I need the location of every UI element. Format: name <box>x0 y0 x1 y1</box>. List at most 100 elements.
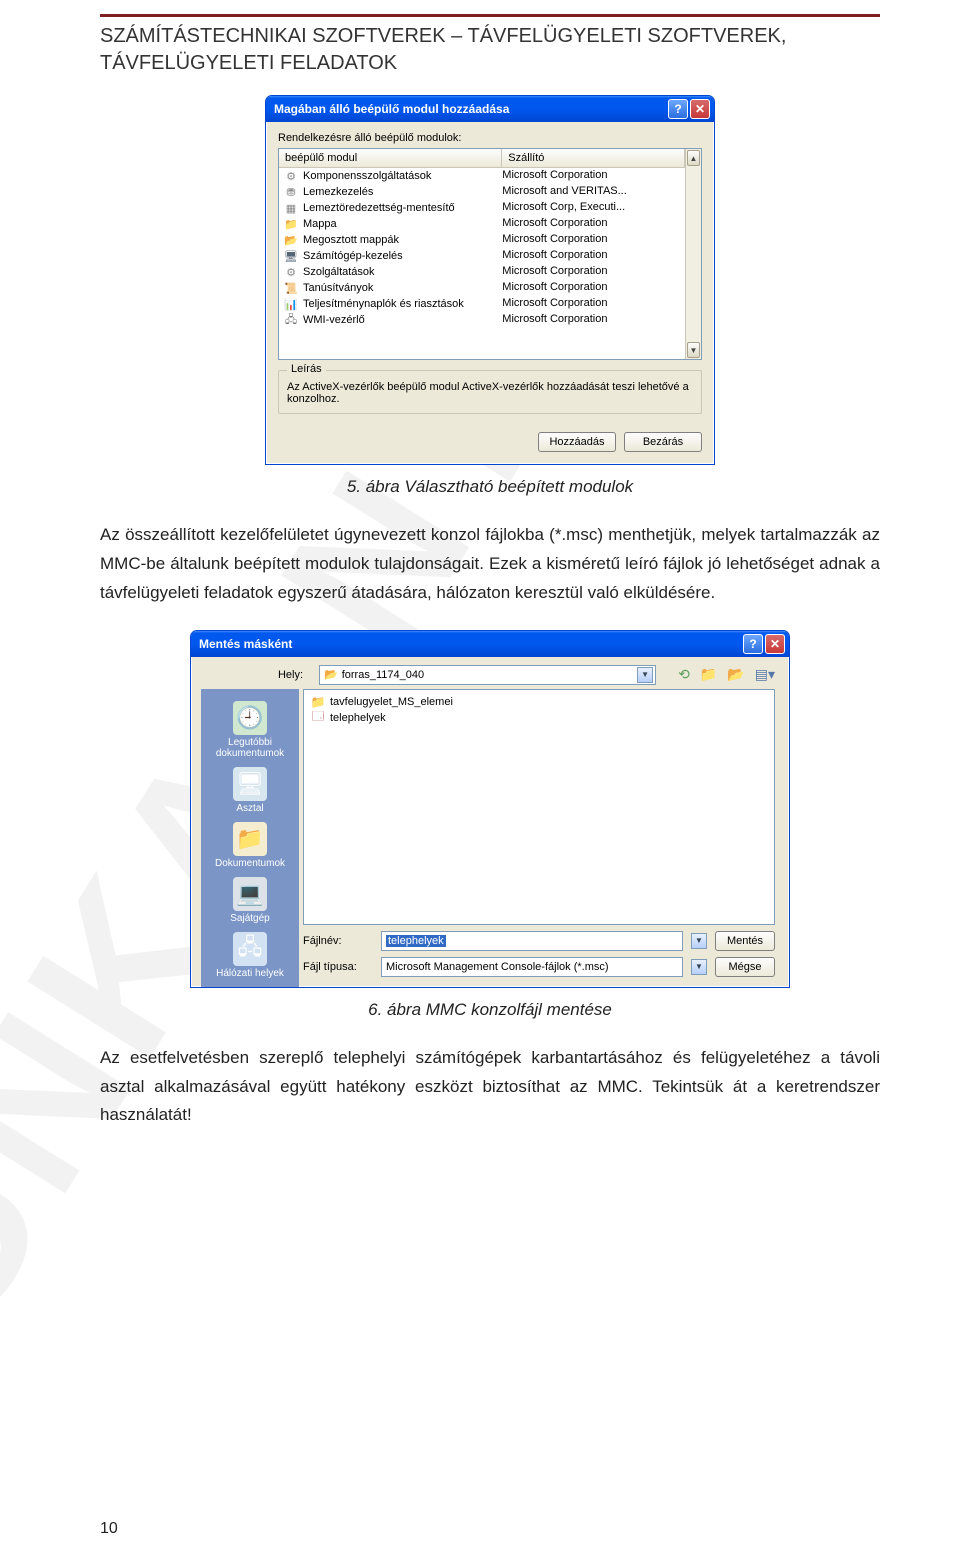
module-name: Teljesítménynaplók és riasztások <box>303 298 464 310</box>
documents-icon: 📁 <box>233 822 267 856</box>
place-label: Hálózati helyek <box>216 968 284 979</box>
close-button[interactable]: ✕ <box>765 634 785 654</box>
module-vendor: Microsoft Corporation <box>502 281 685 295</box>
places-bar: 🕘 Legutóbbi dokumentumok 🖥 Asztal 📁 Doku… <box>201 689 299 987</box>
module-vendor: Microsoft Corporation <box>502 217 685 231</box>
scroll-down-button[interactable]: ▼ <box>687 342 700 358</box>
save-button[interactable]: Mentés <box>715 931 775 951</box>
chevron-down-icon[interactable]: ▼ <box>637 667 653 683</box>
location-combo[interactable]: 📂 forras_1174_040 ▼ <box>319 665 656 685</box>
filename-label: Fájlnév: <box>303 935 373 947</box>
table-row[interactable]: ⚙ Komponensszolgáltatások Microsoft Corpo… <box>279 168 685 184</box>
recent-icon: 🕘 <box>233 701 267 735</box>
module-vendor: Microsoft Corporation <box>502 297 685 311</box>
shared-folder-icon: 📂 <box>283 233 299 247</box>
table-row[interactable]: 📂 Megosztott mappák Microsoft Corporation <box>279 232 685 248</box>
certificate-icon: 📜 <box>283 281 299 295</box>
filetype-combo[interactable]: Microsoft Management Console-fájlok (*.m… <box>381 957 683 977</box>
module-name: Tanúsítványok <box>303 282 373 294</box>
add-button[interactable]: Hozzáadás <box>538 432 616 452</box>
table-row[interactable]: ▦Lemeztöredezettség-mentesítő Microsoft … <box>279 200 685 216</box>
folder-icon: 📁 <box>283 217 299 231</box>
module-vendor: Microsoft Corporation <box>502 233 685 247</box>
list-item[interactable]: 📁 tavfelugyelet_MS_elemei <box>308 694 770 710</box>
place-recent[interactable]: 🕘 Legutóbbi dokumentumok <box>201 697 299 759</box>
module-name: Komponensszolgáltatások <box>303 170 431 182</box>
msc-icon: 🗔 <box>310 711 326 725</box>
dialog1-title: Magában álló beépülő modul hozzáadása <box>274 102 509 116</box>
module-vendor: Microsoft Corporation <box>502 169 685 183</box>
table-row[interactable]: ⛃ Lemezkezelés Microsoft and VERITAS... <box>279 184 685 200</box>
module-name: Számítógép-kezelés <box>303 250 403 262</box>
table-row[interactable]: 🖥 Számítógép-kezelés Microsoft Corporatio… <box>279 248 685 264</box>
file-name: telephelyek <box>330 712 386 724</box>
col-module[interactable]: beépülő modul <box>279 149 502 167</box>
description-text: Az ActiveX-vezérlők beépülő modul Active… <box>287 381 689 405</box>
place-desktop[interactable]: 🖥 Asztal <box>233 763 267 814</box>
computer-icon: 💻 <box>233 877 267 911</box>
module-list-header[interactable]: beépülő modul Szállító <box>279 149 685 168</box>
module-name: Lemezkezelés <box>303 186 373 198</box>
module-vendor: Microsoft Corporation <box>502 313 685 327</box>
perflog-icon: 📊 <box>283 297 299 311</box>
back-icon[interactable]: ⟲ <box>678 666 690 683</box>
close-dialog-button[interactable]: Bezárás <box>624 432 702 452</box>
defrag-icon: ▦ <box>283 201 299 215</box>
place-label: Legutóbbi dokumentumok <box>216 737 284 759</box>
folder-icon: 📂 <box>324 668 338 681</box>
help-button[interactable]: ? <box>743 634 763 654</box>
module-vendor: Microsoft and VERITAS... <box>502 185 685 199</box>
module-list[interactable]: beépülő modul Szállító ⚙ Komponensszolgál… <box>278 148 702 360</box>
services-icon: ⚙ <box>283 265 299 279</box>
add-snapin-dialog: Magában álló beépülő modul hozzáadása ? … <box>265 95 715 465</box>
table-row[interactable]: ⚙ Szolgáltatások Microsoft Corporation <box>279 264 685 280</box>
chevron-down-icon[interactable]: ▼ <box>691 933 707 949</box>
close-button[interactable]: ✕ <box>690 99 710 119</box>
scrollbar[interactable]: ▲ ▼ <box>685 149 701 359</box>
place-documents[interactable]: 📁 Dokumentumok <box>215 818 285 869</box>
table-row[interactable]: 📊 Teljesítménynaplók és riasztások Micros… <box>279 296 685 312</box>
dialog2-title: Mentés másként <box>199 637 292 651</box>
filetype-value: Microsoft Management Console-fájlok (*.m… <box>386 961 609 973</box>
module-vendor: Microsoft Corporation <box>502 265 685 279</box>
module-name: Megosztott mappák <box>303 234 399 246</box>
description-groupbox: Leírás Az ActiveX-vezérlők beépülő modul… <box>278 370 702 414</box>
computer-icon: 🖥 <box>283 249 299 263</box>
gear-icon: ⚙ <box>283 169 299 183</box>
chevron-down-icon[interactable]: ▼ <box>691 959 707 975</box>
col-vendor[interactable]: Szállító <box>502 149 685 167</box>
module-name: WMI-vezérlő <box>303 314 365 326</box>
place-label: Dokumentumok <box>215 858 285 869</box>
file-list[interactable]: 📁 tavfelugyelet_MS_elemei 🗔 telephelyek <box>303 689 775 925</box>
filename-value: telephelyek <box>386 935 446 947</box>
table-row[interactable]: 📜 Tanúsítványok Microsoft Corporation <box>279 280 685 296</box>
dialog2-titlebar[interactable]: Mentés másként ? ✕ <box>191 631 789 657</box>
module-name: Mappa <box>303 218 337 230</box>
network-icon: 🖧 <box>233 932 267 966</box>
paragraph-2: Az esetfelvetésben szereplő telephelyi s… <box>100 1044 880 1131</box>
views-icon[interactable]: ▤▾ <box>755 666 775 683</box>
filetype-label: Fájl típusa: <box>303 961 373 973</box>
location-value: forras_1174_040 <box>342 669 424 681</box>
up-folder-icon[interactable]: 📁 <box>700 666 717 683</box>
disk-icon: ⛃ <box>283 185 299 199</box>
place-label: Asztal <box>236 803 263 814</box>
cancel-button[interactable]: Mégse <box>715 957 775 977</box>
page-number: 10 <box>100 1520 118 1538</box>
list-item[interactable]: 🗔 telephelyek <box>308 710 770 726</box>
module-name: Szolgáltatások <box>303 266 375 278</box>
wmi-icon: 🖧 <box>283 313 299 327</box>
place-network[interactable]: 🖧 Hálózati helyek <box>216 928 284 979</box>
location-label: Hely: <box>209 669 309 681</box>
new-folder-icon[interactable]: 📂 <box>727 666 744 683</box>
module-vendor: Microsoft Corporation <box>502 249 685 263</box>
place-computer[interactable]: 💻 Sajátgép <box>230 873 269 924</box>
paragraph-1: Az összeállított kezelőfelületet úgyneve… <box>100 521 880 608</box>
filename-input[interactable]: telephelyek <box>381 931 683 951</box>
scroll-up-button[interactable]: ▲ <box>687 150 700 166</box>
module-vendor: Microsoft Corp, Executi... <box>502 201 685 215</box>
table-row[interactable]: 🖧 WMI-vezérlő Microsoft Corporation <box>279 312 685 328</box>
table-row[interactable]: 📁 Mappa Microsoft Corporation <box>279 216 685 232</box>
help-button[interactable]: ? <box>668 99 688 119</box>
dialog1-titlebar[interactable]: Magában álló beépülő modul hozzáadása ? … <box>266 96 714 122</box>
